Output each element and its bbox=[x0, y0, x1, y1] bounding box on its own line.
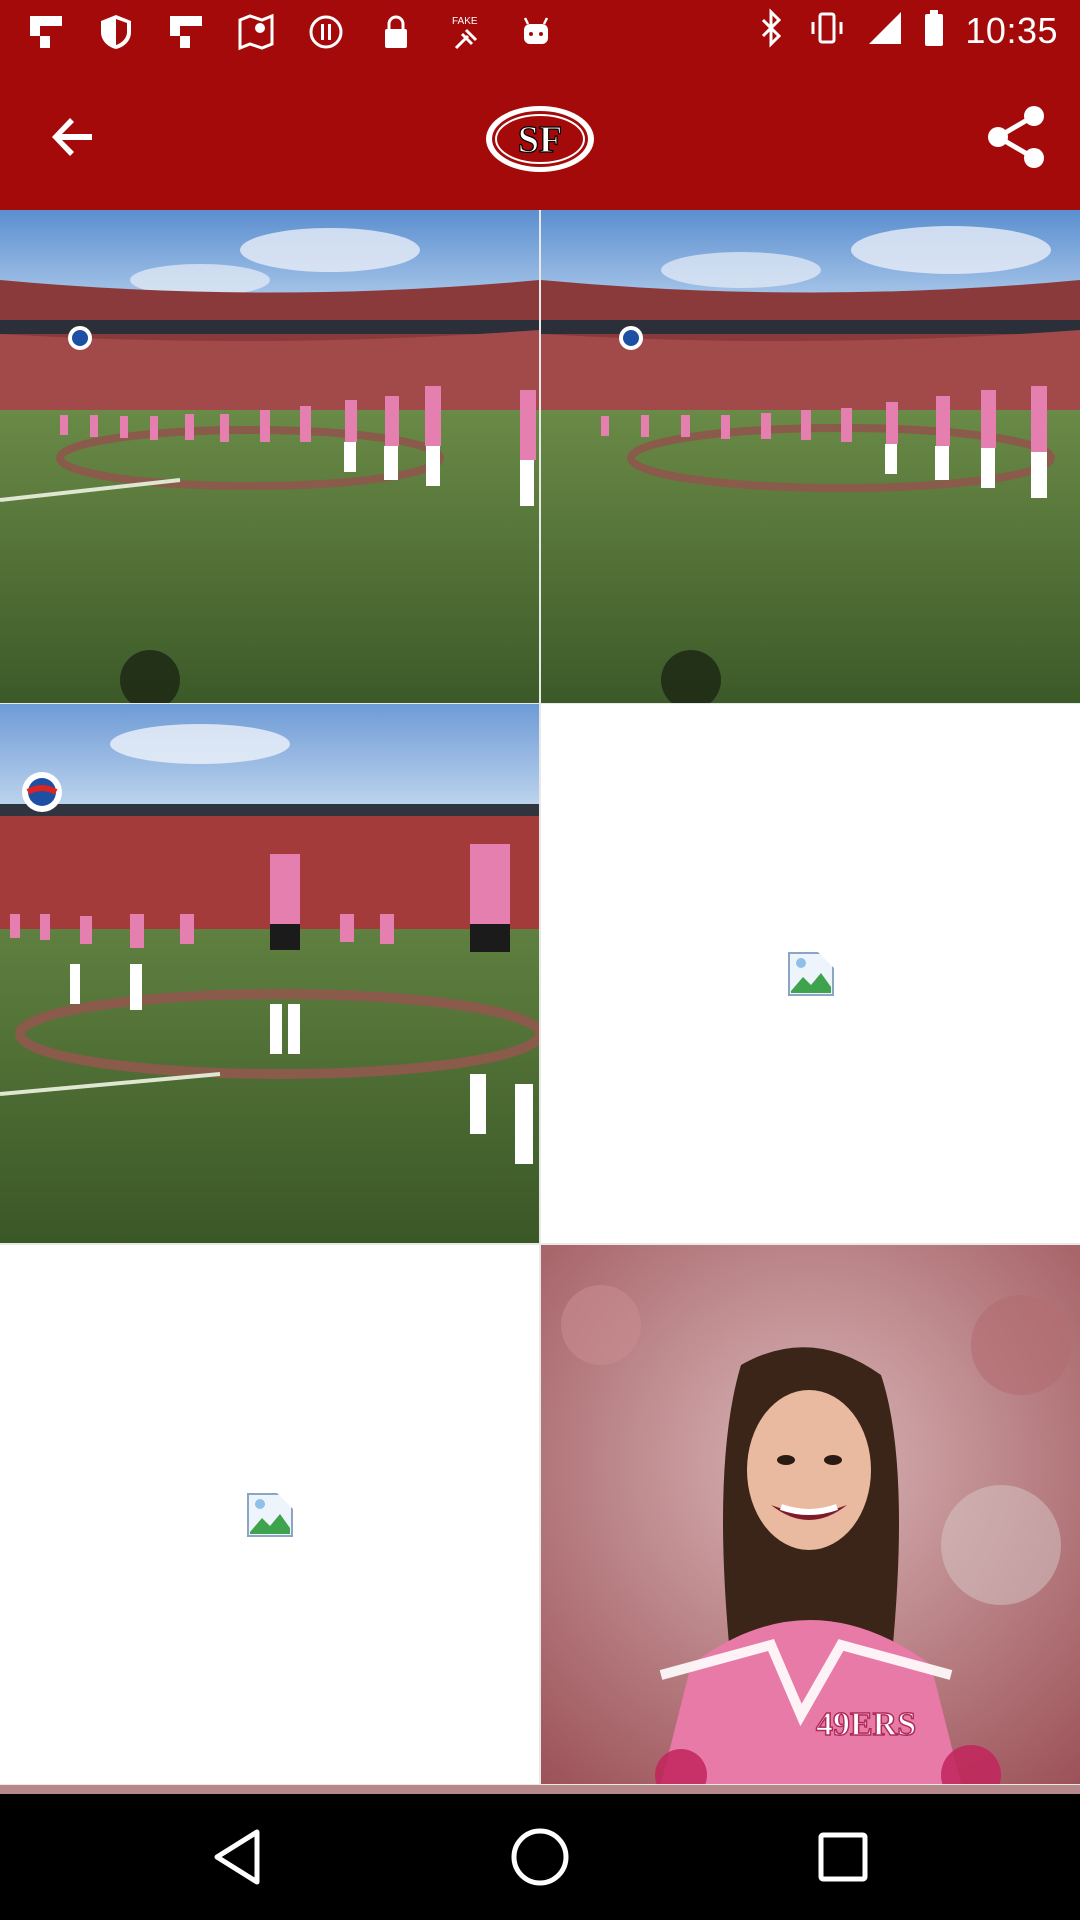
signal-icon bbox=[867, 10, 903, 51]
square-recents-icon bbox=[818, 1832, 868, 1882]
broken-image-icon bbox=[787, 950, 835, 996]
shield-icon bbox=[94, 10, 138, 54]
status-time: 10:35 bbox=[965, 9, 1058, 51]
nav-home-button[interactable] bbox=[507, 1824, 573, 1890]
share-button[interactable] bbox=[980, 100, 1054, 174]
lock-icon bbox=[374, 10, 418, 54]
share-icon bbox=[988, 106, 1044, 168]
gallery-image-6[interactable]: 49ERS bbox=[541, 1245, 1080, 1784]
svg-text:FAKE: FAKE bbox=[452, 16, 478, 27]
notification-icons: FAKE bbox=[24, 10, 558, 54]
gallery-image-5[interactable] bbox=[0, 1245, 539, 1784]
battery-icon bbox=[923, 8, 945, 53]
fake-gps-icon: FAKE bbox=[444, 10, 488, 54]
triangle-back-icon bbox=[214, 1829, 260, 1885]
system-navigation-bar bbox=[0, 1794, 1080, 1920]
status-right: 10:35 bbox=[757, 8, 1058, 53]
vibrate-icon bbox=[807, 8, 847, 53]
bluetooth-icon bbox=[757, 8, 787, 53]
image-grid: 49ERS bbox=[0, 210, 1080, 1794]
broken-image-icon bbox=[246, 1491, 294, 1537]
flipboard-icon bbox=[164, 10, 208, 54]
gallery-image-4[interactable] bbox=[541, 704, 1080, 1243]
gallery-image-2[interactable] bbox=[541, 210, 1080, 703]
jersey-text: 49ERS bbox=[816, 1706, 916, 1743]
next-row-peek bbox=[0, 1785, 1080, 1794]
team-logo: SF bbox=[484, 104, 596, 174]
gallery-image-3[interactable] bbox=[0, 704, 539, 1243]
maps-icon bbox=[234, 10, 278, 54]
back-button[interactable] bbox=[40, 104, 106, 170]
flipboard-icon bbox=[24, 10, 68, 54]
nav-recents-button[interactable] bbox=[810, 1824, 876, 1890]
arrow-back-icon bbox=[52, 118, 92, 156]
gallery-image-1[interactable] bbox=[0, 210, 539, 703]
android-icon bbox=[514, 10, 558, 54]
logo-text: SF bbox=[518, 119, 562, 161]
status-bar: FAKE 10:35 bbox=[0, 0, 1080, 64]
nav-back-button[interactable] bbox=[204, 1824, 270, 1890]
circle-home-icon bbox=[511, 1828, 569, 1886]
app-bar: SF bbox=[0, 64, 1080, 210]
pause-circle-icon bbox=[304, 10, 348, 54]
